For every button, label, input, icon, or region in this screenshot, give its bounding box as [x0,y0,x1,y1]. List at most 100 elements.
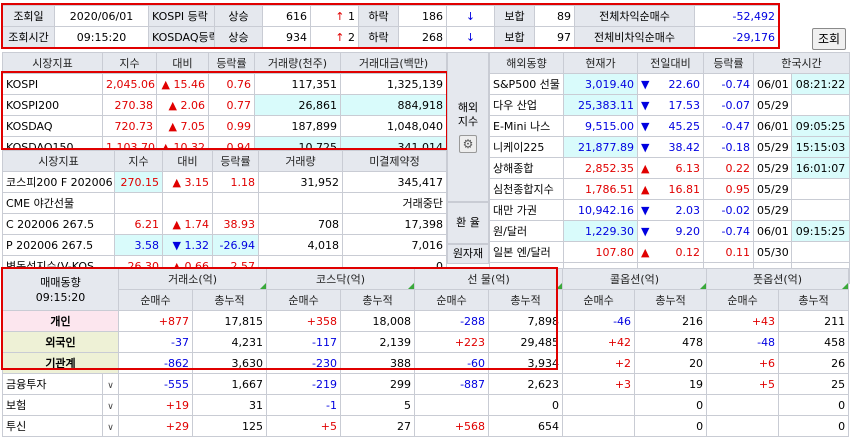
cumulative-value: 17,815 [191,310,268,332]
table-row[interactable]: 개인 +877 17,815 +358 18,008 -288 7,898 -46 216 +43… [2,310,850,332]
index-amount: 1,325,139 [340,73,447,95]
index-value: 2,045.06 [102,73,157,95]
overseas-index-tab[interactable]: 해외 지수 ⚙ [447,52,489,202]
table-row[interactable]: 기관계 -862 3,630 -230 388 -60 3,934 +2 20 +6 26 [2,352,850,374]
net-buy-value: +42 [562,331,636,353]
world-price: 1,786.51 [563,178,638,200]
table-row[interactable]: 일본 엔/달러 107.80 ▲ 0.12 0.11 05/30 [489,241,850,263]
kospi-limit-up-count: 1 [348,9,355,23]
futures-oi: 7,016 [342,234,447,256]
kospi-up-label: 상승 [214,5,263,27]
index-change: 15.46 [173,77,206,91]
up-triangle-icon: ▲ [168,119,177,133]
chevron-down-icon[interactable]: ∨ [102,373,119,395]
group-put-option[interactable]: 풋옵션(억) [706,268,850,290]
futures-rate: -26.94 [212,234,259,256]
up-triangle-icon: ▲ [641,245,650,259]
world-price: 21,877.89 [563,136,638,158]
world-price: 107.80 [563,241,638,263]
kosdaq-limit-up-count: 2 [348,30,355,44]
group-kospi[interactable]: 거래소(억) [117,268,268,290]
world-rate: 0.11 [703,241,754,263]
cumulative-value: 1,667 [191,373,268,395]
up-triangle-icon: ▲ [172,217,181,231]
world-change: 17.53 [668,98,701,112]
query-date-field[interactable]: 2020/06/01 [54,5,149,27]
kospi-advdec-label: KOSPI 등락 [148,5,215,27]
table-row[interactable]: C 202006 267.5 6.21 ▲ 1.74 38.93 708 17,… [2,213,447,235]
table-row[interactable]: P 202006 267.5 3.58 ▼ 1.32 -26.94 4,018 … [2,234,447,256]
net-buy-value: -862 [118,352,193,374]
world-time [790,199,850,221]
table-row[interactable]: 상해종합 2,852.35 ▲ 6.13 0.22 05/29 16:01:07 [489,157,850,179]
futures-col-change: 대비 [162,150,213,172]
group-call-option[interactable]: 콜옵션(억) [562,268,708,290]
group-futures[interactable]: 선 물(억) [414,268,564,290]
limit-down-arrow-icon: ↓ [465,9,476,23]
futures-name: P 202006 267.5 [2,234,115,256]
world-name: 심천종합지수 [489,178,564,200]
cumulative-value: 388 [340,352,416,374]
table-row[interactable]: 코스피200 F 202006 270.15 ▲ 3.15 1.18 31,95… [2,171,447,193]
net-buy-value: -219 [266,373,342,395]
futures-col-market: 시장지표 [2,150,115,172]
exchange-rate-tab[interactable]: 환 율 [447,202,489,244]
sub-cumulative: 총누적 [191,289,268,311]
net-buy-value: +358 [266,310,342,332]
table-row[interactable]: 다우 산업 25,383.11 ▼ 17.53 -0.07 05/29 [489,94,850,116]
cumulative-value: 458 [778,331,850,353]
table-row[interactable]: S&P500 선물 3,019.40 ▼ 22.60 -0.74 06/01 08:21:2… [489,73,850,95]
futures-name: 코스피200 F 202006 [2,171,115,193]
chevron-down-icon[interactable]: ∨ [102,415,119,437]
kosdaq-down-label: 하락 [358,26,399,48]
table-row[interactable]: KOSPI200 270.38 ▲ 2.06 0.77 26,861 884,9… [2,94,447,116]
table-row[interactable]: 심천종합지수 1,786.51 ▲ 16.81 0.95 05/29 [489,178,850,200]
world-rate: 0.22 [703,157,754,179]
investor-name: 개인 [2,310,119,332]
table-row[interactable]: E-Mini 나스 9,515.00 ▼ 45.25 -0.47 06/01 09:05:2… [489,115,850,137]
table-row[interactable]: KOSPI 2,045.06 ▲ 15.46 0.76 117,351 1,32… [2,73,447,95]
table-row[interactable]: 원/달러 1,229.30 ▼ 9.20 -0.74 06/01 09:15:25 [489,220,850,242]
net-buy-value [706,415,780,437]
net-buy-value: +877 [118,310,193,332]
non-arbitrage-net-value: -29,176 [694,26,779,48]
world-change: 22.60 [668,77,701,91]
world-change: 16.81 [668,182,701,196]
cumulative-value: 3,934 [488,352,564,374]
sub-net-buy: 순매수 [414,289,490,311]
sub-cumulative: 총누적 [778,289,850,311]
down-triangle-icon: ▼ [641,140,650,154]
cumulative-value: 0 [778,394,850,416]
net-buy-value: -1 [266,394,342,416]
table-row[interactable]: KOSDAQ 720.73 ▲ 7.05 0.99 187,899 1,048,… [2,115,447,137]
kospi-flat-count: 89 [534,5,575,27]
world-time: 09:05:25 [790,115,850,137]
table-row[interactable]: CME 야간선물 거래중단 [2,192,447,214]
world-price: 3,019.40 [563,73,638,95]
table-row[interactable]: 니케이225 21,877.89 ▼ 38.42 -0.18 05/29 15:15:03 [489,136,850,158]
table-row[interactable]: 투신 ∨ +29 125 +5 27 +568 654 0 0 [2,415,850,437]
kosdaq-advdec-label: KOSDAQ등락 [148,26,215,48]
query-button[interactable]: 조회 [812,28,846,50]
investor-name: 금융투자 [2,373,103,395]
world-change: 45.25 [668,119,701,133]
index-amount: 1,048,040 [340,115,447,137]
group-kosdaq[interactable]: 코스닥(억) [266,268,416,290]
table-row[interactable]: 보험 ∨ +19 31 -1 5 0 0 0 [2,394,850,416]
query-time-field[interactable]: 09:15:20 [54,26,149,48]
table-row[interactable]: 대만 가권 10,942.16 ▼ 2.03 -0.02 05/29 [489,199,850,221]
gear-icon[interactable]: ⚙ [459,135,477,153]
world-change: 2.03 [675,203,701,217]
chevron-down-icon[interactable]: ∨ [102,394,119,416]
down-triangle-icon: ▼ [641,77,650,91]
net-buy-value [562,415,636,437]
table-row[interactable]: 금융투자 ∨ -555 1,667 -219 299 -887 2,623 +3 19 +5 25 [2,373,850,395]
cumulative-value: 18,008 [340,310,416,332]
commodity-tab[interactable]: 원자재 [447,244,489,264]
world-rate: -0.74 [703,220,754,242]
net-buy-value: +6 [706,352,780,374]
cumulative-value: 125 [191,415,268,437]
futures-change: 1.32 [184,238,210,252]
world-name: 니케이225 [489,136,564,158]
table-row[interactable]: 외국인 -37 4,231 -117 2,139 +223 29,485 +42 478 -48 4… [2,331,850,353]
